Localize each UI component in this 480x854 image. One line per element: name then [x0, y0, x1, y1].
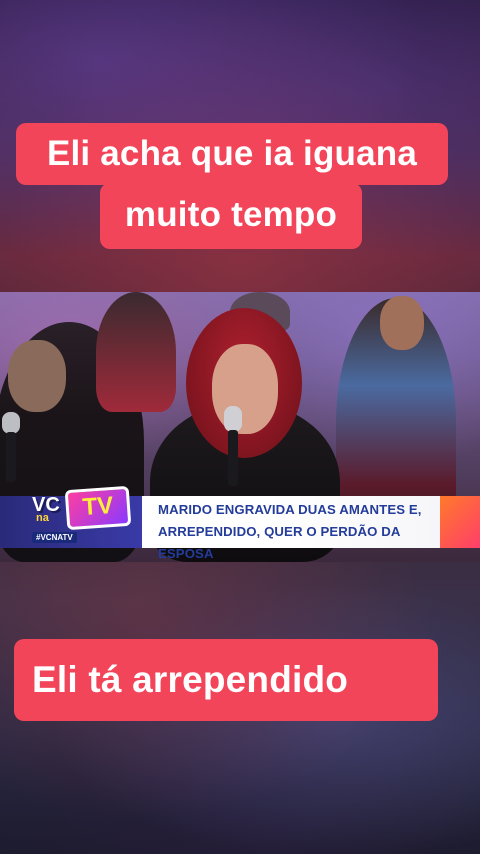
caption-top-line-2: muito tempo: [100, 183, 362, 249]
news-headline: MARIDO ENGRAVIDA DUAS AMANTES E, ARREPEN…: [158, 499, 448, 562]
headline-line-1: MARIDO ENGRAVIDA DUAS AMANTES E,: [158, 502, 422, 517]
logo-tv-text: TV: [64, 485, 132, 531]
caption-bottom: Eli tá arrependido: [14, 639, 438, 721]
headline-line-2: ARREPENDIDO, QUER O PERDÃO DA ESPOSA: [158, 524, 401, 561]
caption-top-line-1: Eli acha que ia iguana: [16, 123, 448, 185]
microphone-left-icon: [0, 412, 26, 492]
video-frame[interactable]: VC na TV #VCNATV MARIDO ENGRAVIDA DUAS A…: [0, 292, 480, 562]
microphone-icon: [220, 406, 246, 486]
logo-na-text: na: [36, 512, 49, 524]
audience-person-back-left: [96, 292, 176, 412]
hashtag-badge: #VCNATV: [32, 532, 77, 543]
audience-person-face-right: [380, 296, 424, 350]
audience-person-face-left: [8, 340, 66, 412]
